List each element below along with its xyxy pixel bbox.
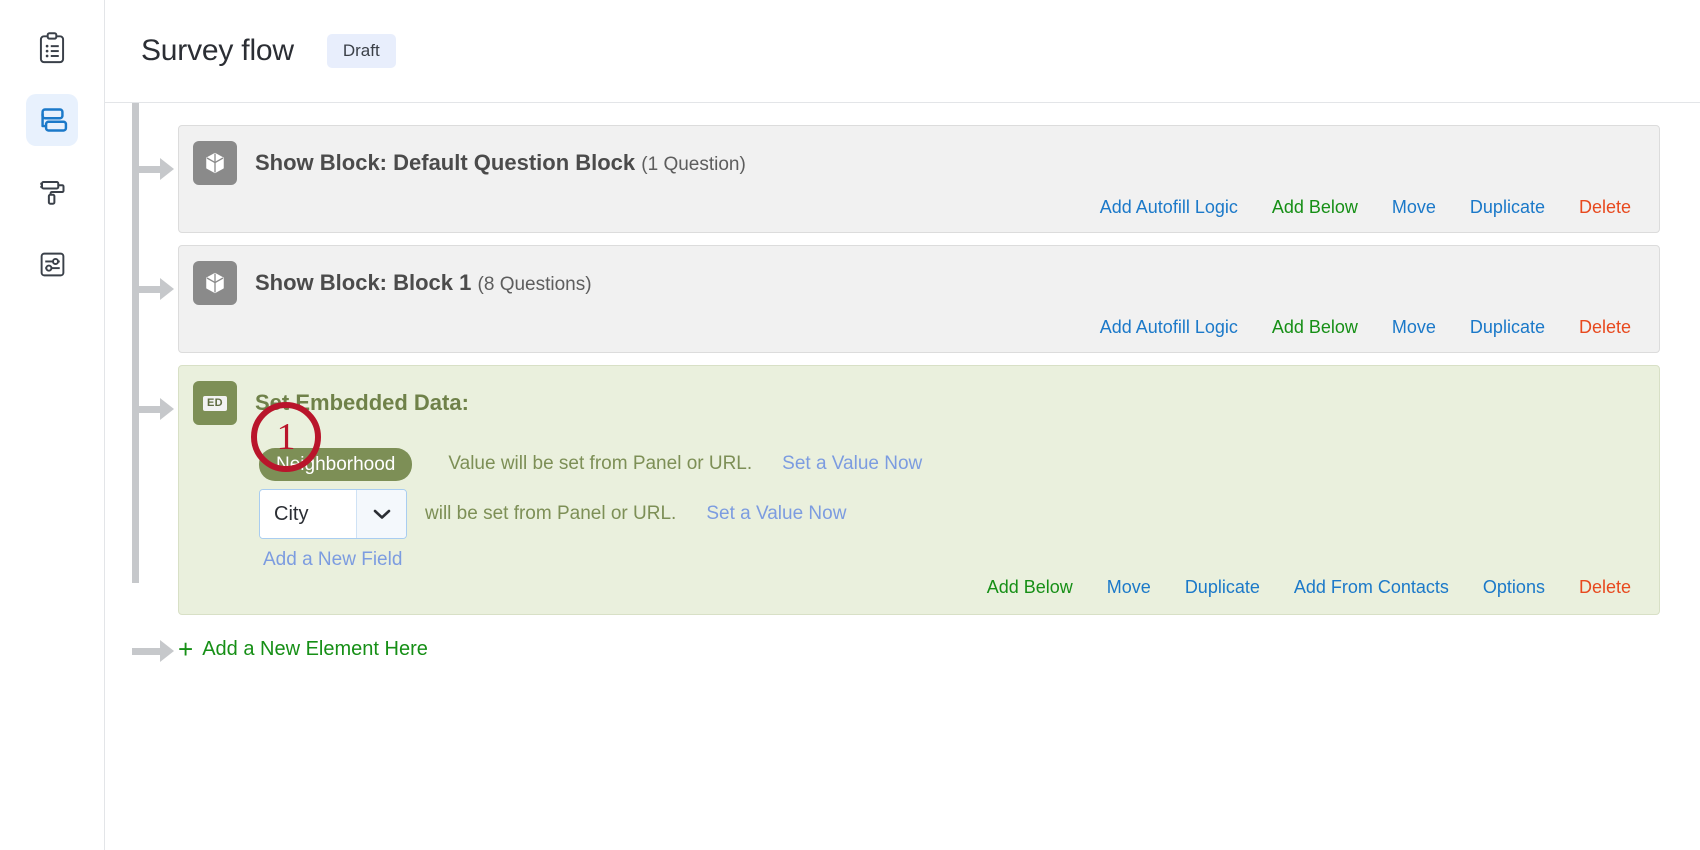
move-link[interactable]: Move — [1392, 197, 1436, 218]
delete-link[interactable]: Delete — [1579, 317, 1631, 338]
page-header: Survey flow Draft — [105, 0, 1700, 103]
flow-block-default-question-block[interactable]: Show Block: Default Question Block (1 Qu… — [178, 125, 1660, 233]
flow-connector-arrow-icon — [105, 277, 178, 301]
block-question-count: (8 Questions) — [477, 274, 592, 295]
cube-icon — [193, 141, 237, 185]
block-question-count: (1 Question) — [641, 154, 746, 175]
ed-icon-label: ED — [203, 395, 227, 411]
embedded-data-action-links: Add Below Move Duplicate Add From Contac… — [987, 577, 1659, 614]
add-below-link[interactable]: Add Below — [1272, 317, 1358, 338]
block-action-links: Add Autofill Logic Add Below Move Duplic… — [179, 307, 1659, 352]
sidebar-item-survey-options[interactable] — [26, 238, 78, 290]
block-action-links: Add Autofill Logic Add Below Move Duplic… — [179, 187, 1659, 232]
sidebar-item-survey-builder[interactable] — [26, 22, 78, 74]
clipboard-list-icon — [37, 32, 67, 64]
flow-add-element-row: + Add a New Element Here — [105, 635, 1700, 663]
add-below-link[interactable]: Add Below — [1272, 197, 1358, 218]
embedded-data-title: Set Embedded Data: — [255, 390, 469, 415]
embedded-data-field-select-value: City — [260, 490, 356, 538]
block-title-text: Show Block: Default Question Block — [255, 150, 636, 175]
page-title: Survey flow — [141, 34, 294, 67]
plus-icon: + — [178, 634, 194, 664]
add-a-new-field-link[interactable]: Add a New Field — [263, 549, 402, 571]
add-a-new-element-here-label: Add a New Element Here — [202, 637, 428, 660]
set-a-value-now-link[interactable]: Set a Value Now — [782, 453, 922, 475]
block-header: Show Block: Default Question Block (1 Qu… — [179, 126, 1659, 185]
move-link[interactable]: Move — [1107, 577, 1151, 598]
options-link[interactable]: Options — [1483, 577, 1545, 598]
flow-connector-arrow-icon — [105, 397, 178, 421]
block-title-text: Show Block: Block 1 — [255, 270, 472, 295]
survey-flow-canvas: Show Block: Default Question Block (1 Qu… — [105, 103, 1700, 663]
paint-roller-icon — [37, 177, 67, 207]
status-badge: Draft — [326, 34, 396, 68]
embedded-data-field-pill-row: Neighborhood Value will be set from Pane… — [259, 443, 1659, 485]
block-title: Show Block: Block 1 (8 Questions) — [255, 270, 592, 296]
flow-connector-arrow-icon — [105, 157, 178, 181]
add-autofill-logic-link[interactable]: Add Autofill Logic — [1100, 317, 1238, 338]
add-autofill-logic-link[interactable]: Add Autofill Logic — [1100, 197, 1238, 218]
app-root: Survey flow Draft Show Block: Default Qu… — [0, 0, 1700, 850]
delete-link[interactable]: Delete — [1579, 197, 1631, 218]
embedded-data-field-select-row: City will be set from Panel or URL. Set … — [259, 489, 1659, 539]
flow-element-row: Show Block: Block 1 (8 Questions) Add Au… — [105, 245, 1700, 365]
add-a-new-element-here-button[interactable]: + Add a New Element Here — [178, 636, 428, 662]
main-content: Survey flow Draft Show Block: Default Qu… — [105, 0, 1700, 850]
set-a-value-now-link[interactable]: Set a Value Now — [706, 503, 846, 525]
block-header: Show Block: Block 1 (8 Questions) — [179, 246, 1659, 305]
flow-element-row: ED Set Embedded Data: Neighborhood Value… — [105, 365, 1700, 627]
sliders-icon — [38, 250, 67, 279]
sidebar-item-look-and-feel[interactable] — [26, 166, 78, 218]
sidebar-item-survey-flow[interactable] — [26, 94, 78, 146]
flow-block-block-1[interactable]: Show Block: Block 1 (8 Questions) Add Au… — [178, 245, 1660, 353]
embedded-data-header: ED Set Embedded Data: — [179, 366, 1659, 425]
chevron-down-icon[interactable] — [356, 490, 406, 538]
add-below-link[interactable]: Add Below — [987, 577, 1073, 598]
embedded-data-field-note: Value will be set from Panel or URL. — [448, 453, 753, 474]
duplicate-link[interactable]: Duplicate — [1185, 577, 1260, 598]
embedded-data-field-name-pill[interactable]: Neighborhood — [259, 447, 413, 481]
move-link[interactable]: Move — [1392, 317, 1436, 338]
block-title: Show Block: Default Question Block (1 Qu… — [255, 150, 746, 176]
embedded-data-field-note: will be set from Panel or URL. — [425, 503, 677, 524]
duplicate-link[interactable]: Duplicate — [1470, 197, 1545, 218]
flow-element-row: Show Block: Default Question Block (1 Qu… — [105, 125, 1700, 245]
cube-icon — [193, 261, 237, 305]
left-sidebar — [0, 0, 105, 850]
flow-blocks-icon — [37, 106, 68, 134]
embedded-data-field-select[interactable]: City — [259, 489, 407, 539]
ed-icon: ED — [193, 381, 237, 425]
flow-connector-arrow-icon — [105, 639, 178, 663]
duplicate-link[interactable]: Duplicate — [1470, 317, 1545, 338]
embedded-data-fields: Neighborhood Value will be set from Pane… — [179, 425, 1659, 577]
delete-link[interactable]: Delete — [1579, 577, 1631, 598]
flow-element-list: Show Block: Default Question Block (1 Qu… — [105, 125, 1700, 663]
add-from-contacts-link[interactable]: Add From Contacts — [1294, 577, 1449, 598]
flow-block-set-embedded-data[interactable]: ED Set Embedded Data: Neighborhood Value… — [178, 365, 1660, 615]
embedded-data-add-field-row: Add a New Field — [259, 543, 1659, 577]
